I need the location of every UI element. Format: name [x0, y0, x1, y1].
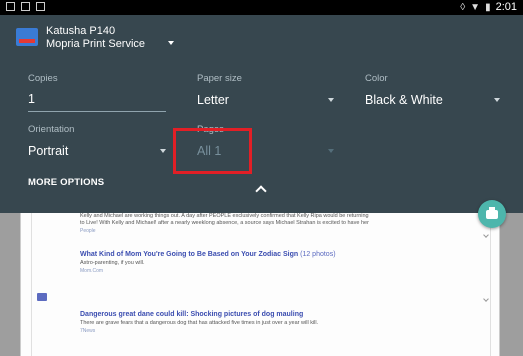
pages-chevron-icon[interactable] — [328, 149, 334, 153]
article-2-photo-count: (12 photos) — [300, 251, 336, 258]
more-options-button[interactable]: MORE OPTIONS — [28, 177, 104, 188]
article-2-title-text: What Kind of Mom You're Going to Be Base… — [80, 251, 299, 258]
printer-selector[interactable]: Katusha P140 Mopria Print Service — [16, 25, 145, 51]
article-3-source: 7News — [80, 328, 96, 334]
print-preview: Kelly and Michael are working things out… — [0, 213, 523, 356]
color-select[interactable]: Black & White — [365, 93, 443, 107]
battery-icon: ▮ — [485, 1, 491, 13]
printer-info: Katusha P140 Mopria Print Service — [46, 25, 145, 51]
sim-icon — [36, 2, 45, 11]
paper-size-chevron-icon[interactable] — [328, 98, 334, 102]
notification-icon — [6, 2, 15, 11]
status-time: 2:01 — [495, 1, 517, 13]
pages-highlight-box — [173, 128, 252, 174]
article-2-title: What Kind of Mom You're Going to Be Base… — [80, 251, 336, 258]
printer-service: Mopria Print Service — [46, 38, 146, 50]
collapse-arrow-icon[interactable] — [255, 185, 267, 197]
printer-dropdown-icon[interactable] — [168, 41, 174, 45]
wifi-icon: ▼ — [470, 1, 481, 13]
orientation-select[interactable]: Portrait — [28, 144, 68, 158]
article-3-title: Dangerous great dane could kill: Shockin… — [80, 311, 304, 318]
print-button[interactable] — [478, 200, 506, 228]
printer-name: Katusha P140 — [46, 25, 116, 37]
vibrate-icon: ◊ — [460, 1, 466, 13]
paper-size-select[interactable]: Letter — [197, 93, 229, 107]
orientation-chevron-icon[interactable] — [160, 149, 166, 153]
mopria-logo-icon — [16, 28, 38, 46]
copies-input[interactable]: 1 — [28, 92, 35, 106]
printer-icon — [486, 206, 498, 219]
paper-size-label: Paper size — [197, 73, 242, 84]
color-label: Color — [365, 73, 388, 84]
article-2-body: Astro-parenting, if you will. — [80, 260, 145, 266]
status-right: ◊ ▼ ▮ 2:01 — [460, 1, 517, 13]
print-options-panel: Katusha P140 Mopria Print Service Copies… — [0, 15, 523, 213]
preview-inner — [31, 213, 491, 356]
article-1-body-2: to Live! With Kelly and Michael! after a… — [80, 220, 369, 226]
copies-underline — [28, 111, 166, 112]
screenshot-icon — [21, 2, 30, 11]
status-left — [6, 2, 45, 11]
copies-label: Copies — [28, 73, 58, 84]
article-1-source: People — [80, 228, 96, 234]
preview-page — [20, 213, 500, 356]
status-bar: ◊ ▼ ▮ 2:01 — [0, 0, 523, 15]
article-2-source: Mom.Com — [80, 268, 104, 274]
article-3-thumbnail-icon — [37, 293, 47, 301]
article-3-body: There are grave fears that a dangerous d… — [80, 320, 319, 326]
orientation-label: Orientation — [28, 124, 75, 135]
color-chevron-icon[interactable] — [494, 98, 500, 102]
article-1-body: Kelly and Michael are working things out… — [80, 213, 369, 219]
